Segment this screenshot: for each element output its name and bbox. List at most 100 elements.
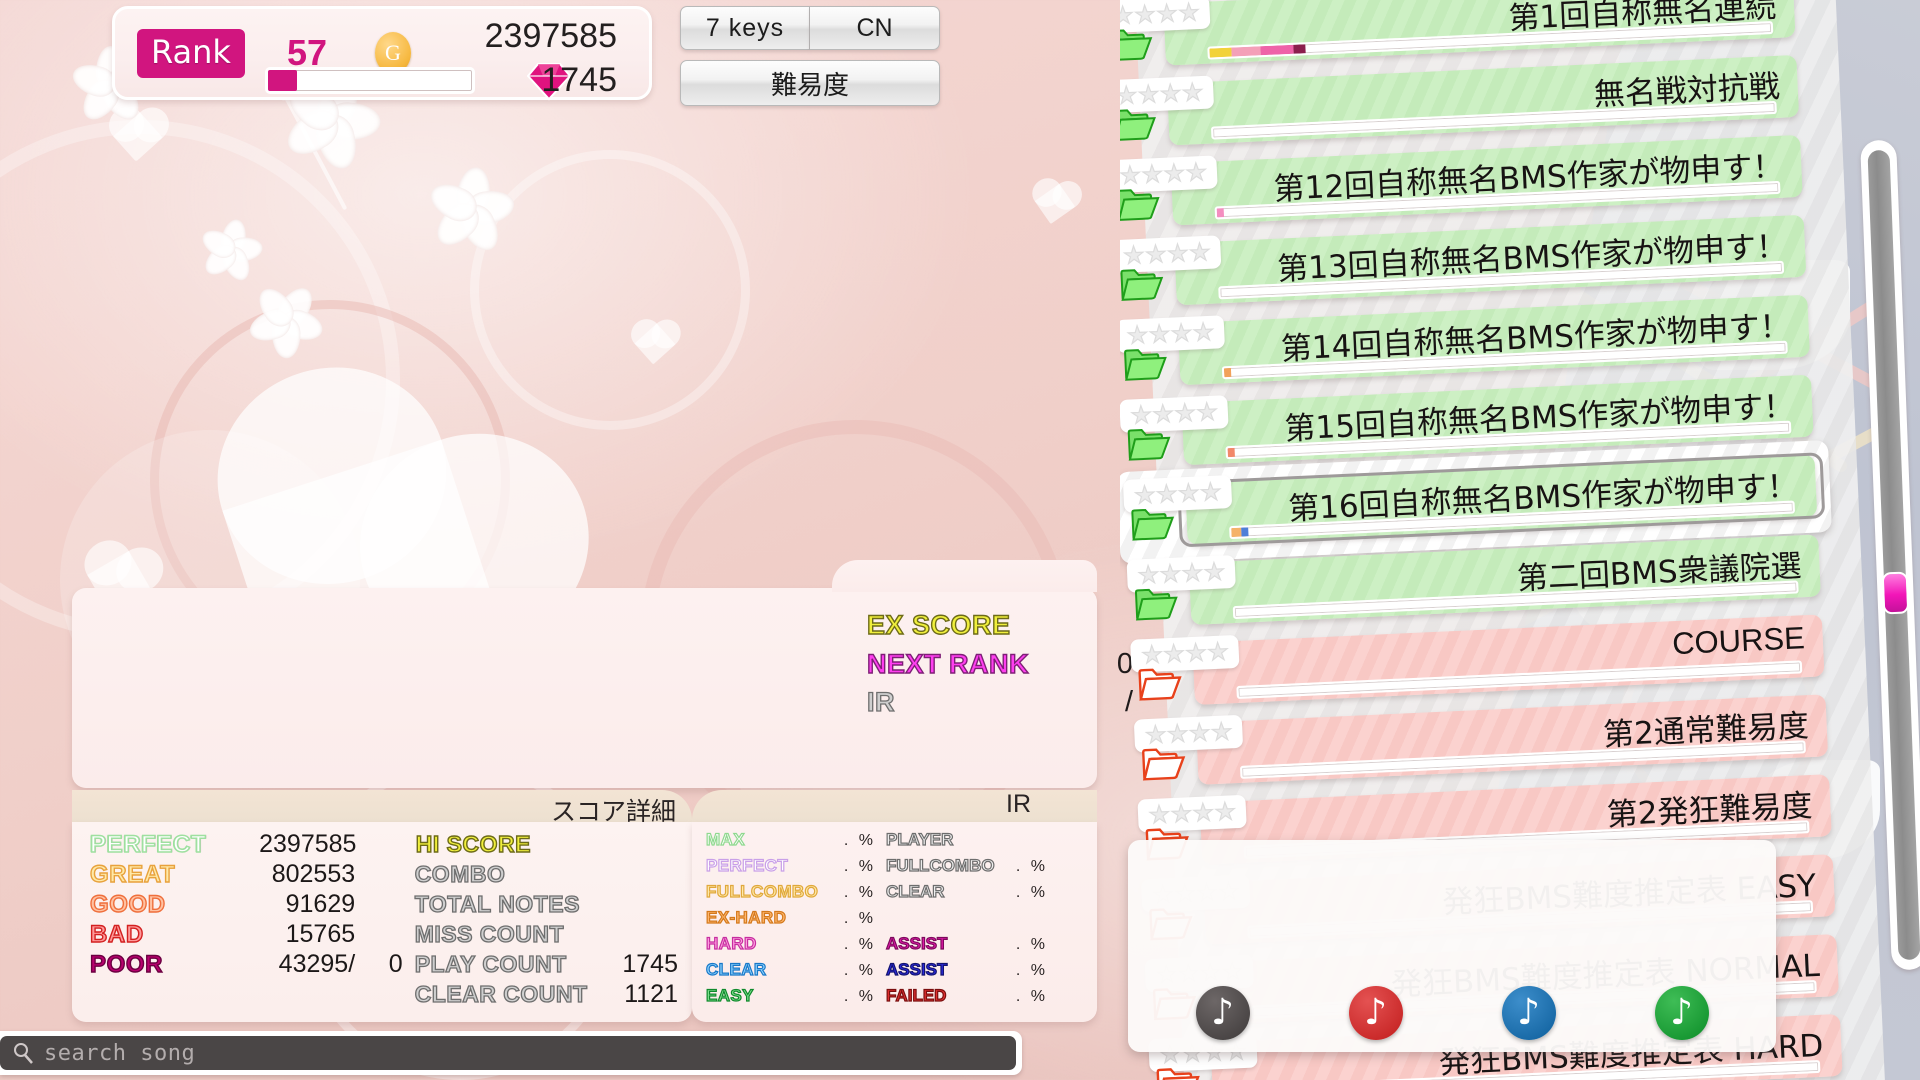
ir-panel: MAX. % PLAYER PERFECT. % FULLCOMBO. % FULLCO… (692, 822, 1097, 1022)
judgement-value: 2397585 (259, 830, 357, 858)
difficulty-button[interactable]: 難易度 (680, 60, 940, 106)
flower-icon (197, 217, 264, 285)
star-icon: ★ (1169, 799, 1193, 828)
song-list-item[interactable]: 第16回自称無名BMS作家が物申す！ ★ ★ ★ ★ (1120, 439, 1832, 565)
star-icon: ★ (1144, 720, 1168, 749)
score-detail-row: PERFECT 2397585 HI SCORE (89, 830, 678, 860)
scrollbar-thumb[interactable] (1881, 571, 1910, 615)
ir-right-label: CLEAR (885, 881, 945, 901)
star-icon: ★ (1166, 239, 1190, 268)
ir-row: MAX . % PLAYER (705, 829, 1087, 856)
star-icon: ★ (1159, 79, 1183, 108)
ir-left-percent: . % (843, 858, 876, 875)
ir-row: EX-HARD . % (705, 907, 1087, 934)
ir-right-percent: . % (1015, 858, 1048, 875)
star-icon: ★ (1151, 399, 1175, 429)
rank-progress-bar (265, 67, 475, 94)
folder-icon (1141, 745, 1186, 781)
score-detail-panel: PERFECT 2397585 HI SCORE GREAT 802553 COMBO GO… (72, 822, 692, 1022)
ir-left-label: FULLCOMBO (705, 881, 819, 901)
ir-left-label: PERFECT (705, 855, 789, 875)
ir-tab: IR (692, 790, 1097, 824)
rank-label: Rank (137, 28, 245, 78)
ir-right-label: FULLCOMBO (885, 855, 995, 875)
ir-row: CLEAR . % ASSIST . % (705, 959, 1087, 986)
search-bar[interactable]: search song (0, 1031, 1022, 1075)
star-icon: ★ (1210, 717, 1234, 746)
folder-icon (1127, 426, 1172, 462)
star-icon: ★ (1137, 80, 1161, 109)
ir-left-percent: . % (843, 884, 876, 901)
ex-row-label: NEXT RANK (866, 648, 1030, 679)
ex-score-panel: EX SCORE NEXT RANK 0 IR / (72, 560, 1133, 788)
score-detail-row: BAD 15765 MISS COUNT (89, 920, 678, 950)
star-icon: ★ (1140, 640, 1164, 669)
folder-icon (1134, 586, 1179, 622)
judgement-label: PERFECT (89, 830, 207, 859)
music-note-icon[interactable]: ♪ (1348, 986, 1403, 1040)
ir-row: PERFECT . % FULLCOMBO . % (705, 855, 1087, 882)
star-icon: ★ (1199, 477, 1223, 506)
star-icon: ★ (1155, 0, 1179, 28)
record-label: PLAY COUNT (414, 950, 567, 977)
music-note-icon[interactable]: ♪ (1654, 986, 1709, 1040)
star-icon: ★ (1158, 559, 1182, 588)
record-label: TOTAL NOTES (414, 890, 580, 917)
star-icon: ★ (1177, 0, 1201, 27)
folder-icon (1120, 26, 1154, 62)
star-icon: ★ (1144, 240, 1168, 269)
gem-value: 1745 (541, 61, 617, 99)
star-icon: ★ (1120, 161, 1142, 190)
judgement-value: 43295/ (278, 950, 356, 978)
ex-row-label: EX SCORE (866, 609, 1011, 640)
judgement-value2: 0 (388, 950, 403, 978)
ex-row-label: IR (866, 686, 895, 717)
star-icon: ★ (1155, 479, 1179, 508)
ir-row: FULLCOMBO . % CLEAR . % (705, 881, 1087, 908)
score-detail-tab: スコア詳細 (72, 790, 692, 826)
song-title: COURSE (1671, 620, 1806, 662)
lane-mode-button[interactable]: CN (810, 6, 940, 50)
ir-right-percent: . % (1015, 988, 1048, 1005)
folder-icon (1156, 1065, 1201, 1080)
keys-mode-button[interactable]: 7 keys (680, 6, 810, 50)
ir-right-label: FAILED (885, 985, 947, 1005)
star-icon: ★ (1166, 719, 1190, 748)
folder-icon (1120, 266, 1165, 302)
music-note-icon[interactable]: ♪ (1501, 986, 1556, 1040)
folder-icon (1137, 665, 1182, 701)
record-value: 1121 (624, 980, 678, 1008)
ir-left-percent: . % (843, 910, 876, 927)
judgement-value: 15765 (285, 920, 356, 948)
ir-left-percent: . % (843, 962, 876, 979)
star-icon: ★ (1133, 480, 1157, 509)
ir-left-label: EX-HARD (705, 907, 787, 927)
star-icon: ★ (1213, 797, 1237, 826)
score-detail-row: GREAT 802553 COMBO (89, 860, 678, 890)
star-icon: ★ (1170, 319, 1194, 348)
star-icon: ★ (1129, 400, 1153, 430)
ir-right-percent: . % (1015, 936, 1048, 953)
star-icon: ★ (1180, 558, 1204, 587)
ir-title: IR (1006, 790, 1031, 818)
flower-icon (245, 281, 327, 359)
mode-button-group: 7 keys CN 難易度 (680, 6, 940, 116)
music-note-icon[interactable]: ♪ (1195, 986, 1250, 1040)
judgement-label: GREAT (89, 860, 176, 888)
judgement-label: POOR (89, 950, 164, 978)
score-detail-row: CLEAR COUNT 1121 (90, 980, 678, 1010)
search-input[interactable]: search song (0, 1036, 1016, 1070)
judgement-label: BAD (89, 920, 144, 948)
folder-icon (1123, 346, 1168, 382)
star-icon: ★ (1162, 159, 1186, 188)
player-rank-panel: Rank 57 G 2397585 1745 (112, 6, 652, 101)
ir-left-percent: . % (843, 832, 876, 849)
star-icon: ★ (1188, 238, 1212, 267)
star-icon: ★ (1202, 557, 1226, 586)
popup-note-buttons: ♪ ♪ ♪ ♪ (1128, 986, 1776, 1040)
folder-icon (1120, 186, 1161, 222)
difficulty-table-popup[interactable]: 発狂BMS難度推定表 EASY ♪♪♪♪ (1128, 840, 1776, 1052)
star-icon: ★ (1173, 398, 1197, 428)
ir-right-label: PLAYER (885, 829, 954, 849)
star-icon: ★ (1192, 318, 1216, 347)
